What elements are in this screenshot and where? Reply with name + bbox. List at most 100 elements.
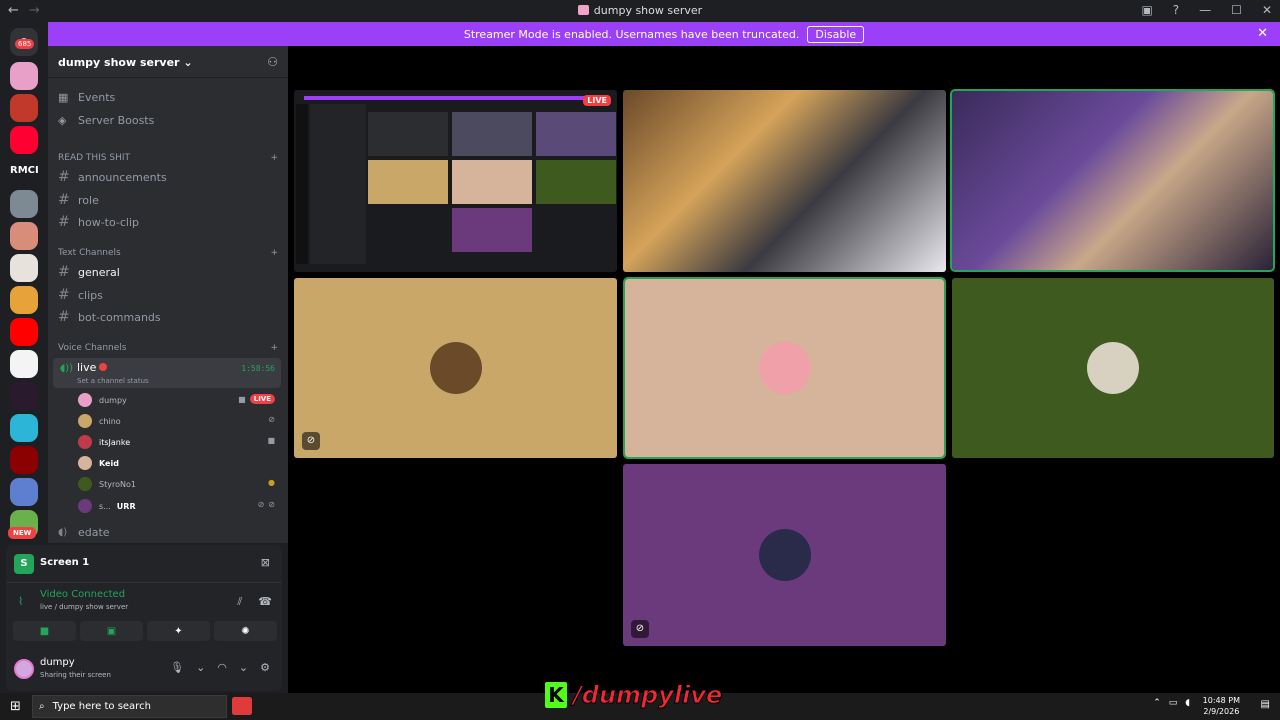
server-header[interactable]: dumpy show server ⌄ ⚇ bbox=[48, 46, 288, 78]
search-icon: ⌕ bbox=[39, 701, 45, 712]
server-icon-lifesaver[interactable] bbox=[10, 414, 38, 442]
avatar bbox=[78, 414, 92, 428]
nested-tile-purple bbox=[452, 208, 532, 252]
headphones-icon[interactable]: ◠ bbox=[217, 661, 227, 674]
participant-tile[interactable]: ⊘ bbox=[623, 464, 946, 646]
avatar[interactable] bbox=[14, 659, 34, 679]
channel-how-to-clip[interactable]: # how-to-clip bbox=[58, 214, 278, 230]
network-icon[interactable]: ▭ bbox=[1169, 698, 1178, 708]
server-icon-face[interactable] bbox=[10, 222, 38, 250]
activities-button[interactable]: ✦ bbox=[147, 621, 210, 641]
notification-center-icon[interactable]: ▤ bbox=[1261, 699, 1270, 710]
connection-actions: ⫽ ☎ bbox=[237, 595, 272, 609]
close-banner-icon[interactable]: ✕ bbox=[1257, 26, 1268, 41]
inbox-icon[interactable]: ▣ bbox=[1141, 3, 1152, 17]
avatar bbox=[1087, 342, 1139, 394]
nested-sidebar bbox=[310, 104, 366, 264]
app-red-icon[interactable] bbox=[232, 697, 252, 715]
server-icon-raccoon[interactable] bbox=[10, 190, 38, 218]
category-voice-channels[interactable]: Voice Channels + bbox=[58, 343, 278, 353]
voice-channel-live[interactable]: ◖)) live Set a channel status 1:58:56 bbox=[53, 358, 281, 388]
voice-member[interactable]: StyroNo1 ● bbox=[78, 475, 278, 493]
camera-tile-1[interactable] bbox=[623, 90, 946, 272]
invite-people-icon[interactable]: ⚇ bbox=[267, 55, 278, 69]
server-name: dumpy show server bbox=[58, 56, 180, 69]
server-icon-dumpy[interactable] bbox=[10, 62, 38, 90]
user-status: Sharing their screen bbox=[40, 671, 111, 679]
channel-general[interactable]: # general bbox=[58, 264, 278, 280]
participant-tile[interactable] bbox=[952, 278, 1274, 458]
participant-tile[interactable]: ⊘ bbox=[294, 278, 617, 458]
server-icon-youtube-2[interactable] bbox=[10, 318, 38, 346]
voice-member[interactable]: itsJanke ■ bbox=[78, 433, 278, 451]
channel-role[interactable]: # role bbox=[58, 192, 278, 208]
window-title-text: dumpy show server bbox=[593, 4, 703, 17]
muted-mic-icon: ⊘ bbox=[268, 415, 275, 424]
channel-label: announcements bbox=[78, 170, 167, 184]
category-text-channels[interactable]: Text Channels + bbox=[58, 248, 278, 258]
server-icon-dog[interactable] bbox=[10, 254, 38, 282]
participant-tile[interactable] bbox=[623, 277, 946, 459]
category-read-this[interactable]: READ THIS SHIT + bbox=[58, 153, 278, 163]
settings-gear-icon[interactable]: ⚙ bbox=[260, 661, 270, 674]
server-boosts-link[interactable]: ◈ Server Boosts bbox=[58, 114, 154, 127]
camera-tile-2[interactable] bbox=[950, 89, 1275, 272]
server-icon-youtube[interactable] bbox=[10, 126, 38, 154]
channel-status[interactable]: Set a channel status bbox=[77, 377, 149, 385]
help-icon[interactable]: ? bbox=[1173, 3, 1179, 17]
channel-announcements[interactable]: # announcements bbox=[58, 169, 278, 185]
nested-tile-olive bbox=[536, 160, 616, 204]
voice-member[interactable]: Keid bbox=[78, 454, 278, 472]
chevron-down-icon[interactable]: ⌄ bbox=[196, 661, 205, 674]
server-icon-anime[interactable] bbox=[10, 382, 38, 410]
server-icon-chart[interactable] bbox=[10, 350, 38, 378]
disconnect-icon[interactable]: ☎ bbox=[258, 595, 272, 609]
nested-banner bbox=[304, 96, 604, 100]
soundboard-button[interactable]: ✺ bbox=[214, 621, 277, 641]
maximize-icon[interactable]: ☐ bbox=[1231, 3, 1242, 17]
screen-share-card[interactable]: S Screen 1 ⊠ bbox=[6, 545, 282, 583]
voice-member[interactable]: dumpy ■ LIVE bbox=[78, 391, 278, 409]
add-channel-icon[interactable]: + bbox=[270, 248, 278, 258]
voice-timer: 1:58:56 bbox=[241, 364, 275, 373]
channel-bot-commands[interactable]: # bot-commands bbox=[58, 309, 278, 325]
avatar bbox=[429, 342, 482, 394]
nested-cam-1 bbox=[452, 112, 532, 156]
hash-icon: # bbox=[58, 192, 70, 208]
screen-share-button[interactable]: ▣ bbox=[80, 621, 143, 641]
channel-label: general bbox=[78, 265, 120, 279]
screen-share-tile[interactable]: LIVE bbox=[294, 90, 617, 272]
close-window-icon[interactable]: ✕ bbox=[1262, 3, 1272, 17]
nested-rail bbox=[296, 104, 308, 264]
volume-icon[interactable]: ◖ bbox=[1185, 698, 1190, 708]
minimize-icon[interactable]: — bbox=[1199, 3, 1211, 17]
voice-member[interactable]: s... URR ⊘ ⊘ bbox=[78, 497, 278, 515]
voice-member[interactable]: chino ⊘ bbox=[78, 412, 278, 430]
stop-share-icon[interactable]: ⊠ bbox=[261, 556, 270, 569]
camera-button[interactable]: ■ bbox=[13, 621, 76, 641]
channel-clips[interactable]: # clips bbox=[58, 287, 278, 303]
chevron-down-icon[interactable]: ⌄ bbox=[239, 661, 248, 674]
voice-channel-edate[interactable]: ◖) edate bbox=[58, 526, 278, 539]
add-channel-icon[interactable]: + bbox=[270, 153, 278, 163]
server-icon-rfc[interactable] bbox=[10, 94, 38, 122]
chevron-up-icon[interactable]: ⌃ bbox=[1153, 698, 1161, 708]
server-icon-cartoon[interactable] bbox=[10, 286, 38, 314]
noise-suppression-icon[interactable]: ⫽ bbox=[237, 595, 242, 609]
taskbar-search[interactable]: ⌕ Type here to search bbox=[32, 695, 227, 718]
hash-icon: # bbox=[58, 309, 70, 325]
microphone-icon[interactable]: 🎙 bbox=[170, 661, 184, 674]
server-icon-rmci[interactable]: RMCI bbox=[10, 165, 39, 176]
clock[interactable]: 10:48 PM 2/9/2026 bbox=[1203, 695, 1240, 717]
voice-channel-name: live bbox=[77, 361, 108, 374]
windows-start-icon[interactable]: ⊞ bbox=[10, 699, 21, 714]
server-icon-person[interactable] bbox=[10, 478, 38, 506]
user-panel: dumpy Sharing their screen 🎙 ⌄ ◠ ⌄ ⚙ bbox=[6, 653, 282, 691]
server-icon-rfc-2[interactable] bbox=[10, 446, 38, 474]
disable-streamer-mode-button[interactable]: Disable bbox=[807, 25, 865, 43]
live-dot-icon bbox=[99, 363, 108, 371]
add-channel-icon[interactable]: + bbox=[270, 343, 278, 353]
events-link[interactable]: ▦ Events bbox=[58, 91, 115, 104]
avatar bbox=[78, 456, 92, 470]
user-name[interactable]: dumpy bbox=[40, 657, 75, 668]
